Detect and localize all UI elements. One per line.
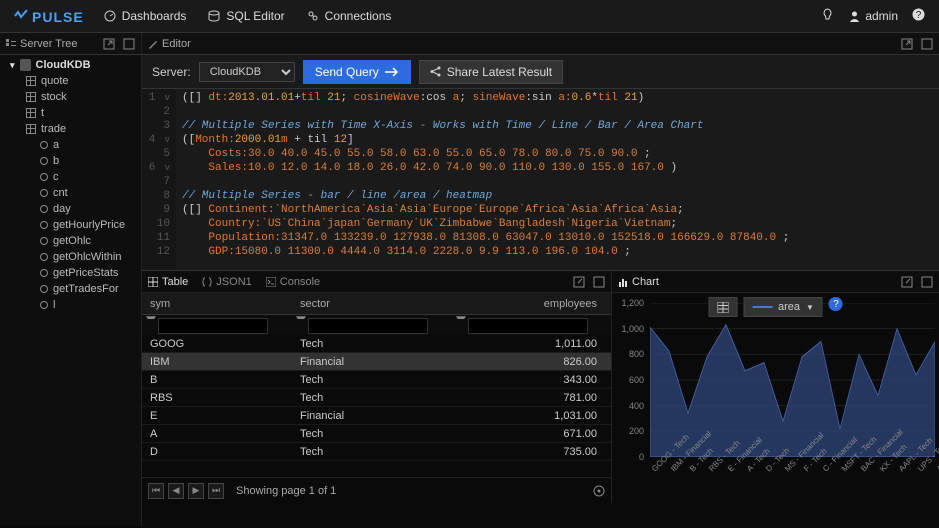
tree-table-trade[interactable]: trade <box>4 121 137 137</box>
filter-employees[interactable] <box>468 318 588 334</box>
table-row[interactable]: DTech735.00 <box>142 443 611 461</box>
terminal-icon <box>266 277 276 287</box>
table-icon <box>717 302 728 313</box>
target-icon[interactable] <box>593 485 605 497</box>
maximize-icon[interactable] <box>921 38 933 50</box>
tree-leaf-getOhlcWithin[interactable]: getOhlcWithin <box>4 249 137 265</box>
tree-leaf-getPriceStats[interactable]: getPriceStats <box>4 265 137 281</box>
filter-icon <box>296 316 306 328</box>
lightbulb-icon[interactable] <box>821 8 834 24</box>
svg-text:?: ? <box>916 10 922 21</box>
chart-type-select[interactable]: area▼ <box>743 297 823 317</box>
tree-leaf-b[interactable]: b <box>4 153 137 169</box>
nav-connections[interactable]: Connections <box>307 9 392 23</box>
link-icon <box>307 10 319 22</box>
maximize-icon[interactable] <box>921 276 933 288</box>
tree-table-t[interactable]: t <box>4 105 137 121</box>
tree-root[interactable]: ▾CloudKDB <box>4 57 137 73</box>
user-icon <box>848 10 861 23</box>
send-query-button[interactable]: Send Query <box>303 60 411 84</box>
tab-table[interactable]: Table <box>148 276 188 288</box>
settings-icon[interactable] <box>123 38 135 50</box>
filter-sector[interactable] <box>308 318 428 334</box>
query-toolbar: Server: CloudKDB Send Query Share Latest… <box>142 55 939 89</box>
tree-table-stock[interactable]: stock <box>4 89 137 105</box>
tree-leaf-getOhlc[interactable]: getOhlc <box>4 233 137 249</box>
table-row[interactable]: IBMFinancial826.00 <box>142 353 611 371</box>
table-row[interactable]: GOOGTech1,011.00 <box>142 335 611 353</box>
results-table-pane: Table JSON1 Console <box>142 271 612 503</box>
gauge-icon <box>104 10 116 22</box>
tree-leaf-getHourlyPrice[interactable]: getHourlyPrice <box>4 217 137 233</box>
tab-console[interactable]: Console <box>266 276 320 288</box>
col-employees[interactable]: employees <box>452 298 611 310</box>
brand-logo: PULSE <box>14 8 84 25</box>
chart-table-toggle[interactable] <box>708 297 737 317</box>
share-icon <box>430 66 441 77</box>
filter-icon <box>456 316 466 328</box>
arrow-right-icon <box>385 67 399 77</box>
editor-header: Editor <box>142 33 939 55</box>
popout-icon[interactable] <box>901 276 913 288</box>
tab-chart[interactable]: Chart <box>618 276 659 288</box>
user-menu[interactable]: admin <box>848 9 898 23</box>
tree-table-quote[interactable]: quote <box>4 73 137 89</box>
pager-last[interactable]: ⏭ <box>208 483 224 499</box>
share-result-button[interactable]: Share Latest Result <box>419 60 563 84</box>
nav-dashboards[interactable]: Dashboards <box>104 9 187 23</box>
tree-leaf-l[interactable]: l <box>4 297 137 313</box>
table-row[interactable]: EFinancial1,031.00 <box>142 407 611 425</box>
help-icon[interactable]: ? <box>912 8 925 24</box>
tab-json[interactable]: JSON1 <box>202 276 251 288</box>
filter-sym[interactable] <box>158 318 268 334</box>
popout-icon[interactable] <box>103 38 115 50</box>
server-select[interactable]: CloudKDB <box>199 62 295 82</box>
chart-pane: Chart area▼ ? <box>612 271 939 503</box>
tree-leaf-day[interactable]: day <box>4 201 137 217</box>
braces-icon <box>202 277 212 287</box>
table-filter-row <box>142 315 611 335</box>
popout-icon[interactable] <box>573 276 585 288</box>
tree-leaf-cnt[interactable]: cnt <box>4 185 137 201</box>
col-sym[interactable]: sym <box>142 298 292 310</box>
database-icon <box>208 10 220 22</box>
popout-icon[interactable] <box>901 38 913 50</box>
nav-sql-editor[interactable]: SQL Editor <box>208 9 284 23</box>
sidebar-header: Server Tree <box>0 33 142 55</box>
pencil-icon <box>148 39 158 49</box>
table-header-row: sym sector employees <box>142 293 611 315</box>
filter-icon <box>146 316 156 328</box>
col-sector[interactable]: sector <box>292 298 452 310</box>
maximize-icon[interactable] <box>593 276 605 288</box>
tree-leaf-c[interactable]: c <box>4 169 137 185</box>
code-editor[interactable]: 1 v234 v56 v789101112 ([] dt:2013.01.01+… <box>142 89 939 271</box>
server-tree-sidebar: ▾CloudKDBquotestockttradeabccntdaygetHou… <box>0 55 142 526</box>
pager-next[interactable]: ▶ <box>188 483 204 499</box>
grid-icon <box>148 277 158 287</box>
tree-icon <box>6 39 16 49</box>
tree-leaf-a[interactable]: a <box>4 137 137 153</box>
tree-leaf-getTradesFor[interactable]: getTradesFor <box>4 281 137 297</box>
chart-icon <box>618 277 628 287</box>
table-row[interactable]: ATech671.00 <box>142 425 611 443</box>
top-navbar: PULSE Dashboards SQL Editor Connections … <box>0 0 939 33</box>
chart-help-icon[interactable]: ? <box>829 297 843 311</box>
pager-prev[interactable]: ◀ <box>168 483 184 499</box>
pager-first[interactable]: ⏮ <box>148 483 164 499</box>
table-row[interactable]: BTech343.00 <box>142 371 611 389</box>
table-pager: ⏮ ◀ ▶ ⏭ Showing page 1 of 1 <box>142 477 611 503</box>
pager-status: Showing page 1 of 1 <box>236 485 336 497</box>
server-label: Server: <box>152 65 191 79</box>
table-row[interactable]: RBSTech781.00 <box>142 389 611 407</box>
